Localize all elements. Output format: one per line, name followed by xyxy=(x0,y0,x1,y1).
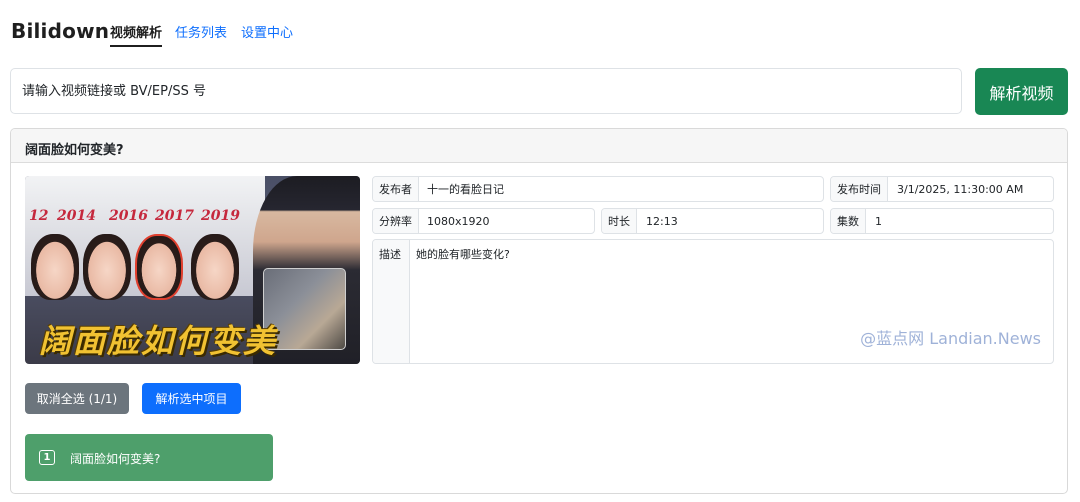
thumbnail-year: 12 xyxy=(29,208,49,224)
episode-item[interactable]: 1 阔面脸如何变美? xyxy=(25,434,273,481)
thumbnail-face xyxy=(31,234,79,300)
description-field: 描述 她的脸有哪些变化? @蓝点网 Landian.News xyxy=(372,239,1054,364)
tab-video-parse[interactable]: 视频解析 xyxy=(110,22,163,47)
app-header: Bilidown 视频解析 任务列表 设置中心 xyxy=(0,0,1080,60)
publisher-field: 发布者 十一的看脸日记 xyxy=(372,176,824,202)
publish-time-value: 3/1/2025, 11:30:00 AM xyxy=(897,182,1024,196)
thumbnail-caption: 阔面脸如何变美 xyxy=(39,322,278,360)
publish-time-label: 发布时间 xyxy=(831,177,888,201)
episodes-count-field: 集数 1 xyxy=(830,208,1054,234)
thumbnail-face xyxy=(83,234,131,300)
resolution-label: 分辨率 xyxy=(373,209,419,233)
episode-index-badge: 1 xyxy=(39,450,55,465)
duration-label: 时长 xyxy=(602,209,637,233)
thumbnail-year: 2014 xyxy=(57,208,96,224)
tab-task-list[interactable]: 任务列表 xyxy=(175,22,227,41)
thumbnail-face xyxy=(135,234,183,300)
thumbnail-year: 2019 xyxy=(201,208,240,224)
video-thumbnail: 12 2014 2016 2017 2019 阔面脸如何变美 xyxy=(25,176,360,364)
deselect-all-button[interactable]: 取消全选 (1/1) xyxy=(25,383,129,414)
video-url-input[interactable] xyxy=(10,68,962,114)
parse-video-button[interactable]: 解析视频 xyxy=(975,68,1068,115)
thumbnail-year: 2017 xyxy=(155,208,194,224)
publisher-value: 十一的看脸日记 xyxy=(427,183,504,196)
thumbnail-year: 2016 xyxy=(109,208,148,224)
resolution-field: 分辨率 1080x1920 xyxy=(372,208,595,234)
video-title: 阔面脸如何变美? xyxy=(11,129,1067,163)
brand-logo: Bilidown xyxy=(11,19,110,43)
parse-selected-button[interactable]: 解析选中项目 xyxy=(142,383,241,414)
description-value: 她的脸有哪些变化? xyxy=(416,248,510,261)
episodes-count-label: 集数 xyxy=(831,209,866,233)
publish-time-field: 发布时间 3/1/2025, 11:30:00 AM xyxy=(830,176,1054,202)
duration-value: 12:13 xyxy=(646,214,678,228)
duration-field: 时长 12:13 xyxy=(601,208,824,234)
thumbnail-face xyxy=(191,234,239,300)
resolution-value: 1080x1920 xyxy=(427,214,490,228)
watermark: @蓝点网 Landian.News xyxy=(860,329,1041,348)
tab-settings[interactable]: 设置中心 xyxy=(241,22,293,41)
video-card: 阔面脸如何变美? 12 2014 2016 2017 2019 阔面脸如何变美 … xyxy=(10,128,1068,494)
publisher-label: 发布者 xyxy=(373,177,419,201)
episodes-count-value: 1 xyxy=(875,214,882,228)
episode-title: 阔面脸如何变美? xyxy=(70,452,161,466)
description-label: 描述 xyxy=(373,240,410,363)
